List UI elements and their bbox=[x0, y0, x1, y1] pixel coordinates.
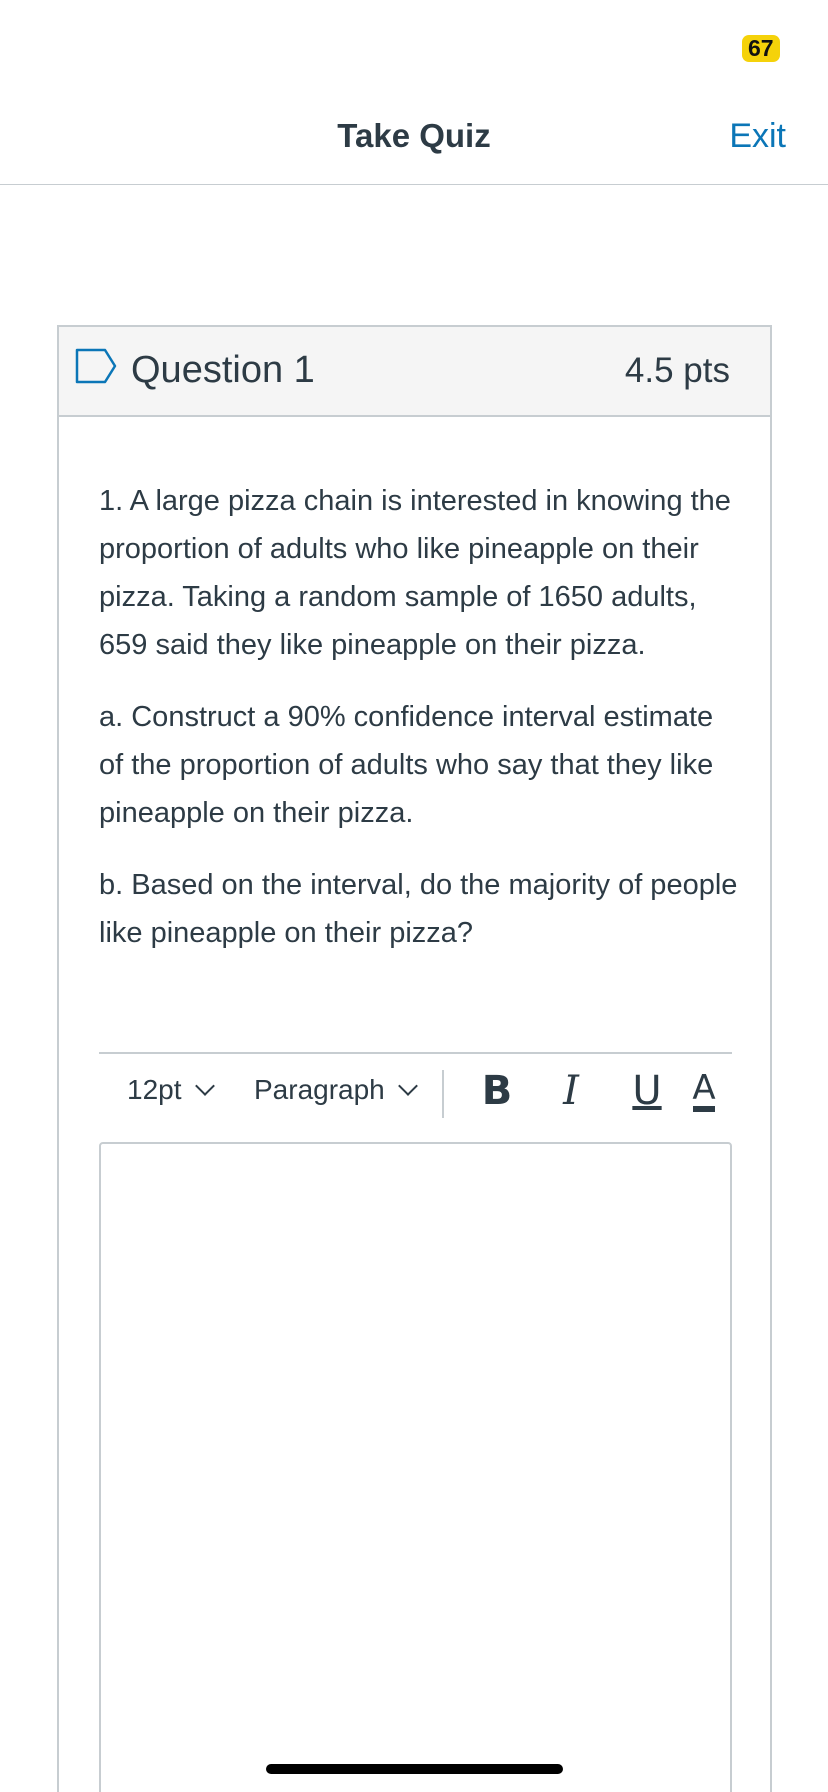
underline-button[interactable]: U bbox=[627, 1068, 667, 1114]
page-title: Take Quiz bbox=[337, 117, 491, 154]
question-header: Question 1 4.5 pts bbox=[59, 327, 770, 417]
toolbar-divider bbox=[442, 1070, 444, 1118]
text-color-swatch bbox=[693, 1106, 715, 1112]
editor-toolbar: 12pt Paragraph B I U A bbox=[99, 1052, 732, 1142]
bold-button[interactable]: B bbox=[477, 1068, 517, 1114]
chevron-down-icon bbox=[397, 1076, 418, 1096]
quiz-header: Take Quiz Exit bbox=[0, 95, 828, 185]
flag-icon[interactable] bbox=[75, 348, 117, 384]
exit-button[interactable]: Exit bbox=[729, 117, 786, 156]
answer-editor[interactable] bbox=[99, 1142, 732, 1792]
question-points: 4.5 pts bbox=[624, 351, 730, 390]
question-text: 1. A large pizza chain is interested in … bbox=[99, 477, 739, 981]
italic-button[interactable]: I bbox=[551, 1068, 591, 1114]
block-format-value: Paragraph bbox=[254, 1074, 385, 1105]
block-format-dropdown[interactable]: Paragraph bbox=[254, 1074, 418, 1106]
question-card: Question 1 4.5 pts 1. A large pizza chai… bbox=[57, 325, 772, 1792]
font-size-value: 12pt bbox=[127, 1074, 182, 1105]
question-title: Question 1 bbox=[131, 349, 315, 391]
text-color-label: A bbox=[692, 1068, 716, 1108]
question-paragraph: 1. A large pizza chain is interested in … bbox=[99, 485, 731, 661]
font-size-dropdown[interactable]: 12pt bbox=[127, 1074, 215, 1106]
question-paragraph: a. Construct a 90% confidence interval e… bbox=[99, 701, 714, 829]
text-color-button[interactable]: A bbox=[689, 1068, 719, 1112]
question-paragraph: b. Based on the interval, do the majorit… bbox=[99, 869, 738, 949]
quiz-page: 67 Take Quiz Exit Question 1 4.5 pts 1. … bbox=[0, 0, 828, 1792]
home-indicator[interactable] bbox=[266, 1764, 563, 1774]
chevron-down-icon bbox=[194, 1076, 215, 1096]
status-badge: 67 bbox=[742, 35, 780, 62]
